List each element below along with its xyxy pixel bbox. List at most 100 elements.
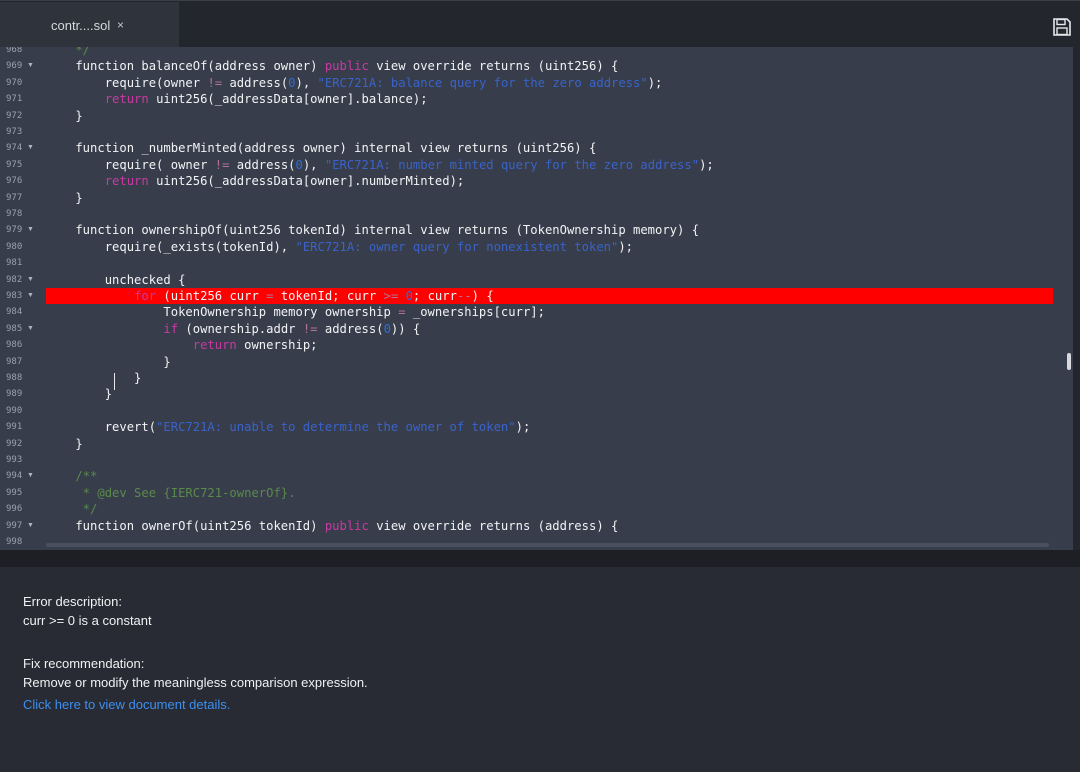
code-line[interactable] xyxy=(46,124,1056,140)
code-token: (uint256 curr xyxy=(156,289,267,303)
code-token: function _numberMinted(address owner) in… xyxy=(46,141,597,156)
code-line[interactable]: function ownerOf(uint256 tokenId) public… xyxy=(46,518,1056,534)
line-number: 970 xyxy=(6,77,23,88)
code-token: if xyxy=(163,321,179,336)
code-token: "ERC721A: owner query for nonexistent to… xyxy=(295,239,619,254)
code-token: (ownership.addr xyxy=(178,321,303,336)
code-line[interactable]: return uint256(_addressData[owner].balan… xyxy=(46,91,1056,107)
fold-toggle-icon[interactable]: ▼ xyxy=(27,140,34,156)
code-line[interactable]: } xyxy=(46,386,1056,402)
code-line[interactable] xyxy=(46,534,1056,550)
code-token: ; curr xyxy=(412,289,457,303)
code-token: "ERC721A: balance query for the zero add… xyxy=(317,75,648,90)
code-line[interactable]: } xyxy=(46,370,1056,386)
fold-toggle-icon[interactable]: ▼ xyxy=(27,272,34,288)
fold-toggle-icon[interactable]: ▼ xyxy=(27,288,34,304)
code-line[interactable]: function balanceOf(address owner) public… xyxy=(46,58,1056,74)
code-line[interactable]: require(owner != address(0), "ERC721A: b… xyxy=(46,75,1056,91)
line-number: 994 xyxy=(6,471,23,482)
document-details-link[interactable]: Click here to view document details. xyxy=(23,697,230,712)
line-number: 995 xyxy=(6,487,23,498)
code-line[interactable]: */ xyxy=(46,47,1056,58)
code-token: return xyxy=(104,92,149,107)
code-line[interactable] xyxy=(46,452,1056,468)
code-token: require( owner xyxy=(46,157,215,172)
code-token: 0 xyxy=(405,289,413,303)
code-line[interactable]: require(_exists(tokenId), "ERC721A: owne… xyxy=(46,239,1056,255)
panel-divider[interactable] xyxy=(0,550,1080,567)
error-highlighted-line[interactable]: for (uint256 curr = tokenId; curr >= 0; … xyxy=(46,288,1053,304)
code-token: address( xyxy=(229,157,296,172)
line-number: 969 xyxy=(6,61,23,72)
code-line[interactable]: } xyxy=(46,436,1056,452)
code-line[interactable] xyxy=(46,255,1056,271)
line-number: 973 xyxy=(6,127,23,137)
code-token: ownership; xyxy=(236,338,318,353)
code-line[interactable]: } xyxy=(46,190,1056,206)
code-token: /** xyxy=(46,469,98,484)
code-token: view override returns (uint256) { xyxy=(368,59,619,74)
close-icon[interactable]: × xyxy=(117,18,124,32)
code-token: function balanceOf(address owner) xyxy=(46,59,325,74)
code-line[interactable]: */ xyxy=(46,501,1056,517)
tab-label: contr....sol xyxy=(51,18,111,33)
code-editor[interactable]: 968 969 ▼ 970 971 972 973 974 ▼ 975 976 977 978 979 ▼ 9… xyxy=(0,47,1073,550)
code-line[interactable]: TokenOwnership memory ownership = _owner… xyxy=(46,304,1056,320)
code-token: unchecked { xyxy=(46,272,186,287)
code-token: public xyxy=(324,518,369,533)
fold-toggle-icon[interactable]: ▼ xyxy=(27,222,34,238)
code-line[interactable] xyxy=(46,403,1056,419)
line-number: 979 xyxy=(6,225,23,236)
line-number: 992 xyxy=(6,438,23,449)
line-number: 981 xyxy=(6,258,23,269)
code-line[interactable]: * @dev See {IERC721-ownerOf}. xyxy=(46,485,1056,501)
code-token: ), xyxy=(302,157,325,172)
code-token: uint256(_addressData[owner].balance); xyxy=(148,92,428,107)
code-token: ) { xyxy=(471,289,494,303)
fold-toggle-icon[interactable]: ▼ xyxy=(27,518,34,534)
code-token: public xyxy=(324,59,369,74)
code-token: */ xyxy=(46,502,98,517)
code-token: uint256(_addressData[owner].numberMinted… xyxy=(148,174,465,189)
code-line[interactable]: function _numberMinted(address owner) in… xyxy=(46,140,1056,156)
fix-recommendation-text: Remove or modify the meaningless compari… xyxy=(23,675,368,690)
code-token: view override returns (address) { xyxy=(368,518,619,533)
code-area[interactable]: */ function balanceOf(address owner) pub… xyxy=(46,47,1073,550)
code-token: */ xyxy=(46,47,91,57)
code-line[interactable]: return uint256(_addressData[owner].numbe… xyxy=(46,173,1056,189)
line-number: 985 xyxy=(6,323,23,334)
fold-toggle-icon[interactable]: ▼ xyxy=(27,321,34,337)
vertical-scrollbar[interactable] xyxy=(1067,353,1071,370)
line-number: 998 xyxy=(6,537,23,547)
code-line[interactable]: if (ownership.addr != address(0)) { xyxy=(46,321,1056,337)
code-line[interactable]: return ownership; xyxy=(46,337,1056,353)
tab-contract-file[interactable]: contr....sol × xyxy=(0,2,179,48)
code-token: _ownerships[curr]; xyxy=(405,305,545,320)
code-token: } xyxy=(46,108,83,123)
line-number: 971 xyxy=(6,94,23,105)
line-number: 986 xyxy=(6,340,23,351)
code-line[interactable]: } xyxy=(46,108,1056,124)
code-line[interactable]: revert("ERC721A: unable to determine the… xyxy=(46,419,1056,435)
line-number: 991 xyxy=(6,422,23,433)
code-line[interactable]: /** xyxy=(46,468,1056,484)
code-token: } xyxy=(46,371,142,385)
code-line[interactable] xyxy=(46,206,1056,222)
code-token: ); xyxy=(515,420,531,435)
fold-toggle-icon[interactable]: ▼ xyxy=(27,58,34,74)
fold-toggle-icon[interactable]: ▼ xyxy=(27,468,34,484)
horizontal-scrollbar[interactable] xyxy=(46,543,1049,547)
code-token: require(owner xyxy=(46,75,208,90)
code-line[interactable]: } xyxy=(46,354,1056,370)
code-token: "ERC721A: unable to determine the owner … xyxy=(156,420,516,435)
line-number: 988 xyxy=(6,373,23,383)
code-token: >= xyxy=(383,289,399,303)
save-icon[interactable] xyxy=(1052,17,1072,37)
code-token: ); xyxy=(699,157,714,172)
code-line[interactable]: require( owner != address(0), "ERC721A: … xyxy=(46,157,1056,173)
code-line[interactable]: unchecked { xyxy=(46,272,1056,288)
line-number-gutter: 968 969 ▼ 970 971 972 973 974 ▼ 975 976 977 978 979 ▼ 9… xyxy=(0,47,46,550)
code-line[interactable]: function ownershipOf(uint256 tokenId) in… xyxy=(46,222,1056,238)
